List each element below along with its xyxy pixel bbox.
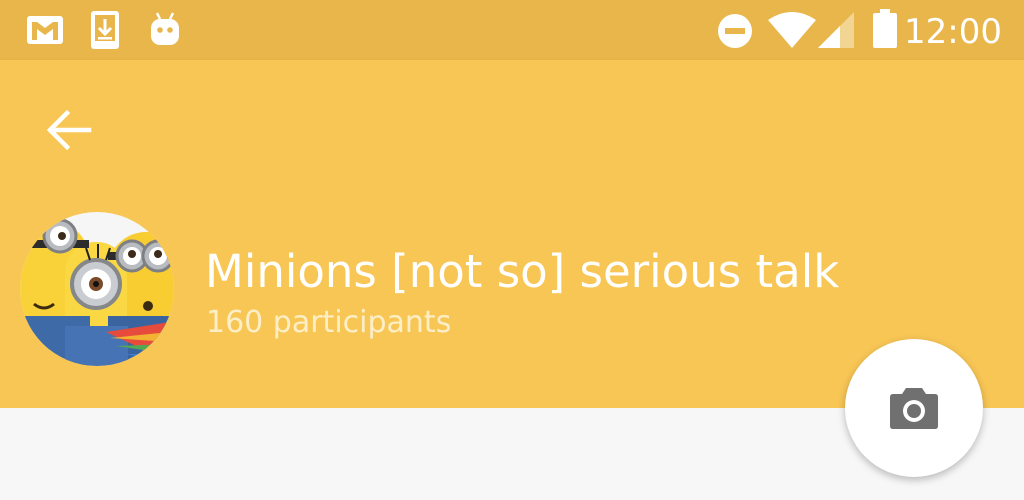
camera-icon — [890, 388, 938, 429]
wifi-icon — [768, 12, 816, 48]
group-avatar[interactable] — [20, 212, 174, 366]
camera-button[interactable] — [845, 339, 983, 477]
back-button[interactable] — [40, 100, 100, 160]
download-icon — [91, 11, 119, 49]
minions-avatar-image — [20, 212, 174, 366]
android-icon — [151, 12, 179, 45]
gmail-icon — [27, 16, 63, 44]
do-not-disturb-icon — [718, 14, 752, 48]
battery-icon — [873, 9, 897, 48]
status-bar: 12:00 — [0, 0, 1024, 60]
status-clock: 12:00 — [904, 12, 1002, 52]
participants-count: 160 participants — [206, 305, 452, 340]
group-title: Minions [not so] serious talk — [205, 245, 840, 298]
arrow-back-icon — [46, 109, 92, 151]
cell-signal-icon — [818, 12, 854, 48]
